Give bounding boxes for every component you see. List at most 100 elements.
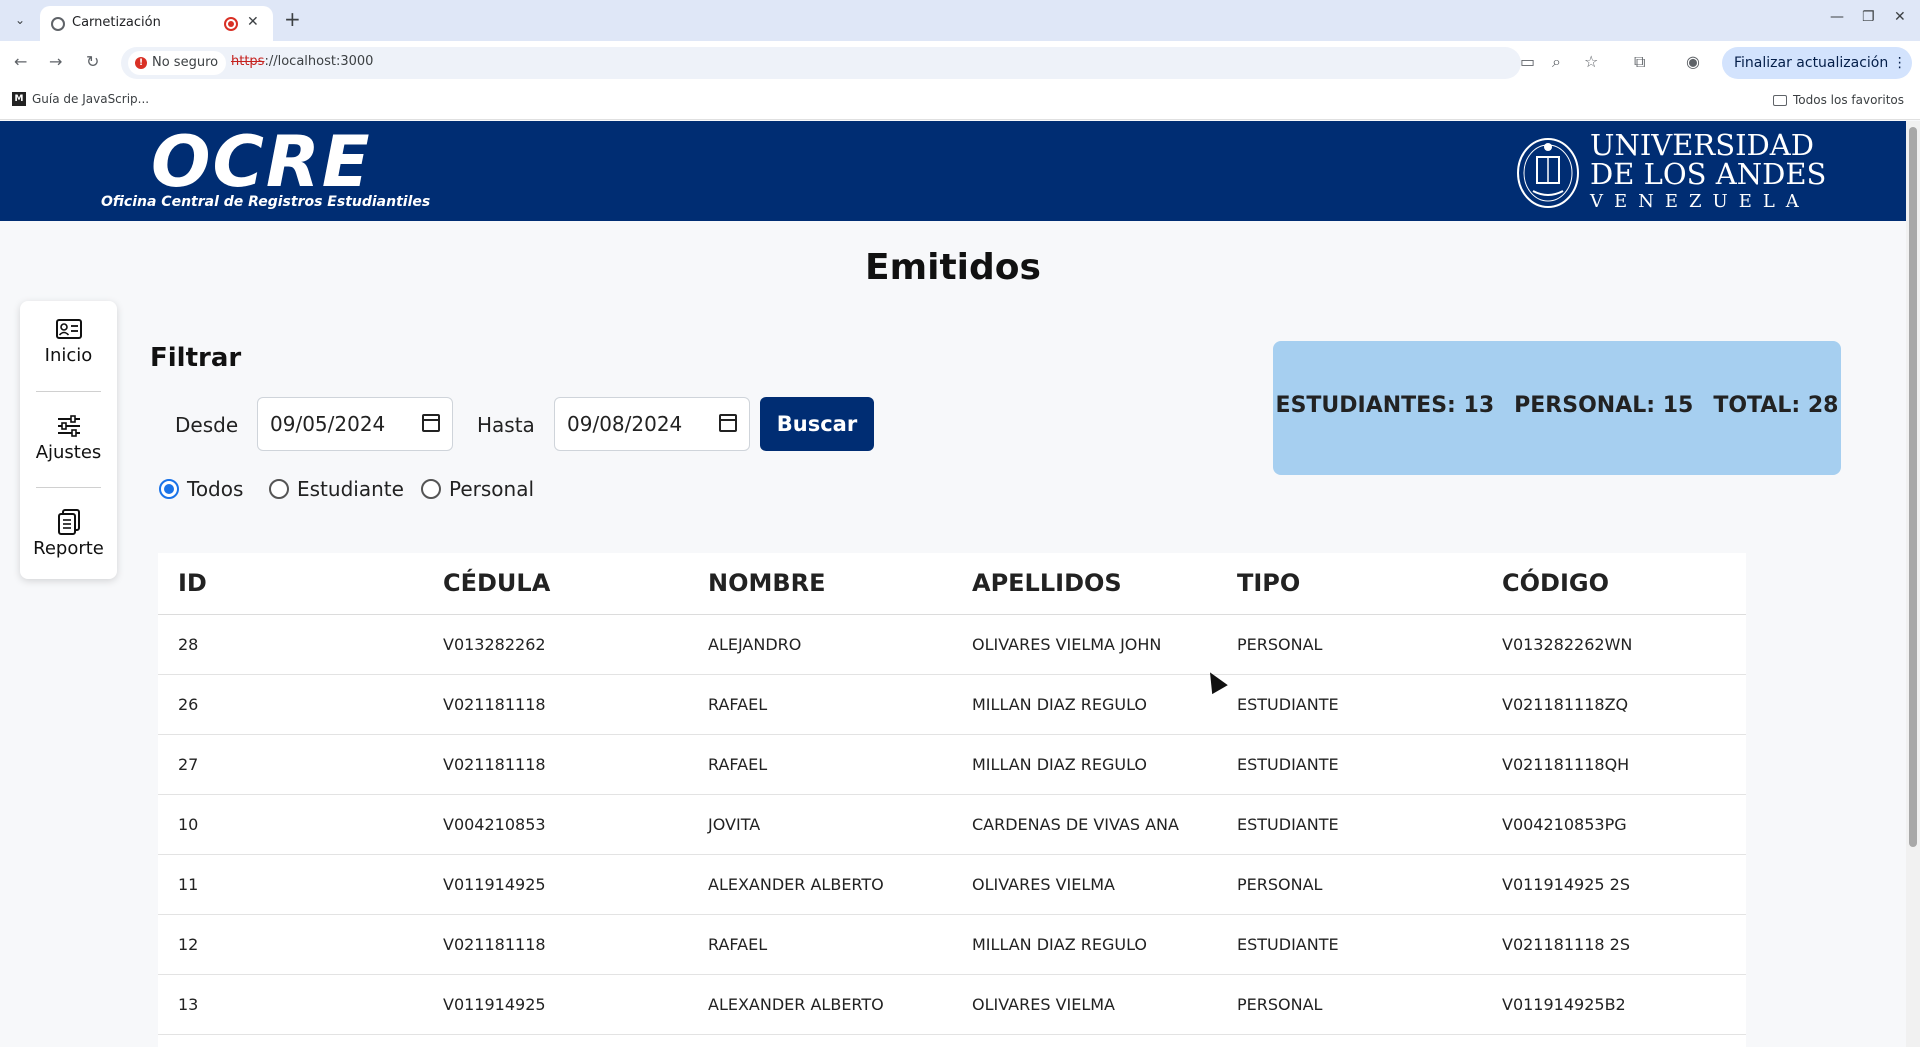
column-header-cedula: CÉDULA <box>443 569 551 597</box>
cell-apellidos: MILLAN DIAZ REGULO <box>972 755 1148 774</box>
recording-icon <box>224 17 238 31</box>
cell-nombre: JOVITA <box>708 815 761 834</box>
table-row[interactable]: 13 V011914925 ALEXANDER ALBERTO OLIVARES VI… <box>158 975 1746 1035</box>
cell-id: 26 <box>178 695 199 714</box>
sidebar-label-reporte: Reporte <box>33 538 104 559</box>
calendar-icon[interactable] <box>422 414 440 432</box>
cell-tipo: ESTUDIANTE <box>1237 695 1339 714</box>
reload-icon[interactable]: ↻ <box>86 52 99 71</box>
cell-cedula: V021181118 <box>443 755 546 774</box>
forward-arrow-icon[interactable]: → <box>49 52 62 71</box>
warning-icon: ! <box>135 57 147 69</box>
globe-icon <box>51 17 65 31</box>
table-row[interactable]: 28 V013282262 ALEJANDRO OLIVARES VIELMA JOH… <box>158 615 1746 675</box>
table-row[interactable]: 10 V004210853 JOVITA CARDENAS DE VIVAS ANA E… <box>158 795 1746 855</box>
from-label: Desde <box>175 413 239 437</box>
finish-update-button[interactable]: Finalizar actualización ⋮ <box>1722 47 1912 79</box>
cell-cedula: V021181118 <box>443 935 546 954</box>
university-line3: VENEZUELA <box>1590 191 1810 212</box>
filter-title: Filtrar <box>150 343 242 373</box>
students-count: ESTUDIANTES: 13 <box>1275 393 1495 418</box>
staff-count: PERSONAL: 15 <box>1514 393 1694 418</box>
cell-id: 10 <box>178 815 199 834</box>
browser-toolbar: ← → ↻ ! No seguro https://localhost:3000… <box>0 41 1920 84</box>
radio-estudiante[interactable]: Estudiante <box>269 477 404 501</box>
cell-id: 13 <box>178 995 199 1014</box>
id-card-icon <box>55 317 83 341</box>
minimize-icon[interactable]: — <box>1830 9 1844 25</box>
column-header-id: ID <box>178 569 207 597</box>
calendar-icon[interactable] <box>719 414 737 432</box>
column-header-apellidos: APELLIDOS <box>972 569 1122 597</box>
back-arrow-icon[interactable]: ← <box>14 52 27 71</box>
divider <box>36 487 101 488</box>
cell-nombre: ALEXANDER ALBERTO <box>708 875 884 894</box>
zoom-icon[interactable]: ⌕ <box>1552 52 1561 72</box>
radio-label-estudiante: Estudiante <box>297 477 404 501</box>
cell-id: 11 <box>178 875 199 894</box>
close-tab-icon[interactable]: ✕ <box>247 14 259 30</box>
university-seal-icon <box>1517 138 1579 208</box>
cell-apellidos: CARDENAS DE VIVAS ANA <box>972 815 1179 834</box>
cell-codigo: V011914925B2 <box>1502 995 1626 1014</box>
update-label: Finalizar actualización <box>1734 55 1889 71</box>
bookmark-star-icon[interactable]: ☆ <box>1584 52 1598 71</box>
table-row[interactable]: 11 V011914925 ALEXANDER ALBERTO OLIVARES VI… <box>158 855 1746 915</box>
new-tab-plus-icon[interactable]: + <box>284 8 301 30</box>
cell-apellidos: OLIVARES VIELMA <box>972 875 1115 894</box>
extensions-icon[interactable]: ⧉ <box>1634 52 1645 72</box>
all-bookmarks[interactable]: Todos los favoritos <box>1773 93 1904 107</box>
security-chip[interactable]: ! No seguro <box>128 51 227 75</box>
cell-cedula: V021181118 <box>443 695 546 714</box>
table-row[interactable]: 12 V021181118 RAFAEL MILLAN DIAZ REGULO ESTU… <box>158 915 1746 975</box>
radio-label-todos: Todos <box>187 477 244 501</box>
radio-button-checked[interactable] <box>159 479 179 499</box>
university-line1: UNIVERSIDAD <box>1590 128 1814 162</box>
page-scrollbar[interactable] <box>1906 121 1920 1047</box>
radio-button[interactable] <box>421 479 441 499</box>
url-text[interactable]: https://localhost:3000 <box>231 54 373 69</box>
mdn-icon: M <box>12 92 26 106</box>
sidebar-item-ajustes[interactable]: Ajustes <box>20 398 117 478</box>
cell-id: 12 <box>178 935 199 954</box>
cell-apellidos: MILLAN DIAZ REGULO <box>972 695 1148 714</box>
cell-id: 27 <box>178 755 199 774</box>
table-row[interactable]: 27 V021181118 RAFAEL MILLAN DIAZ REGULO ESTU… <box>158 735 1746 795</box>
sliders-icon <box>55 414 83 438</box>
bookmarks-bar: M Guía de JavaScrip... Todos los favorit… <box>0 84 1920 120</box>
sidebar-item-reporte[interactable]: Reporte <box>20 494 117 574</box>
radio-button[interactable] <box>269 479 289 499</box>
scrollbar-thumb[interactable] <box>1909 127 1917 847</box>
tab-title: Carnetización <box>72 15 161 30</box>
camera-icon[interactable]: ▭ <box>1520 52 1535 71</box>
to-date-input[interactable]: 09/08/2024 <box>554 397 750 451</box>
folder-icon <box>1773 94 1787 106</box>
column-header-nombre: NOMBRE <box>708 569 826 597</box>
cell-tipo: ESTUDIANTE <box>1237 815 1339 834</box>
cell-tipo: ESTUDIANTE <box>1237 935 1339 954</box>
radio-personal[interactable]: Personal <box>421 477 534 501</box>
bookmark-javascript-guide[interactable]: M Guía de JavaScrip... <box>12 92 149 106</box>
cell-id: 28 <box>178 635 199 654</box>
profile-avatar-icon[interactable]: ◉ <box>1686 52 1700 71</box>
page-viewport: OCRE Oficina Central de Registros Estudi… <box>0 121 1906 1047</box>
stats-summary: ESTUDIANTES: 13 PERSONAL: 15 TOTAL: 28 <box>1273 341 1841 475</box>
tab-list-chevron-icon[interactable]: ⌄ <box>8 8 32 32</box>
header-banner: OCRE Oficina Central de Registros Estudi… <box>0 121 1906 221</box>
sidebar-item-inicio[interactable]: Inicio <box>20 301 117 381</box>
university-wordmark: UNIVERSIDAD DE LOS ANDES VENEZUELA <box>1590 131 1826 211</box>
browser-tab[interactable]: Carnetización ✕ <box>40 6 273 41</box>
close-window-icon[interactable]: ✕ <box>1894 9 1906 25</box>
cell-apellidos: MILLAN DIAZ REGULO <box>972 935 1148 954</box>
cell-tipo: PERSONAL <box>1237 875 1323 894</box>
radio-todos[interactable]: Todos <box>159 477 243 501</box>
from-date-input[interactable]: 09/05/2024 <box>257 397 453 451</box>
search-button[interactable]: Buscar <box>760 397 874 451</box>
column-header-tipo: TIPO <box>1237 569 1301 597</box>
restore-icon[interactable]: ❐ <box>1862 9 1875 25</box>
cell-codigo: V021181118 2S <box>1502 935 1630 954</box>
cell-tipo: ESTUDIANTE <box>1237 755 1339 774</box>
table-row[interactable]: 26 V021181118 RAFAEL MILLAN DIAZ REGULO ESTU… <box>158 675 1746 735</box>
security-label: No seguro <box>152 55 219 70</box>
address-bar[interactable]: ! No seguro https://localhost:3000 <box>121 47 1521 79</box>
